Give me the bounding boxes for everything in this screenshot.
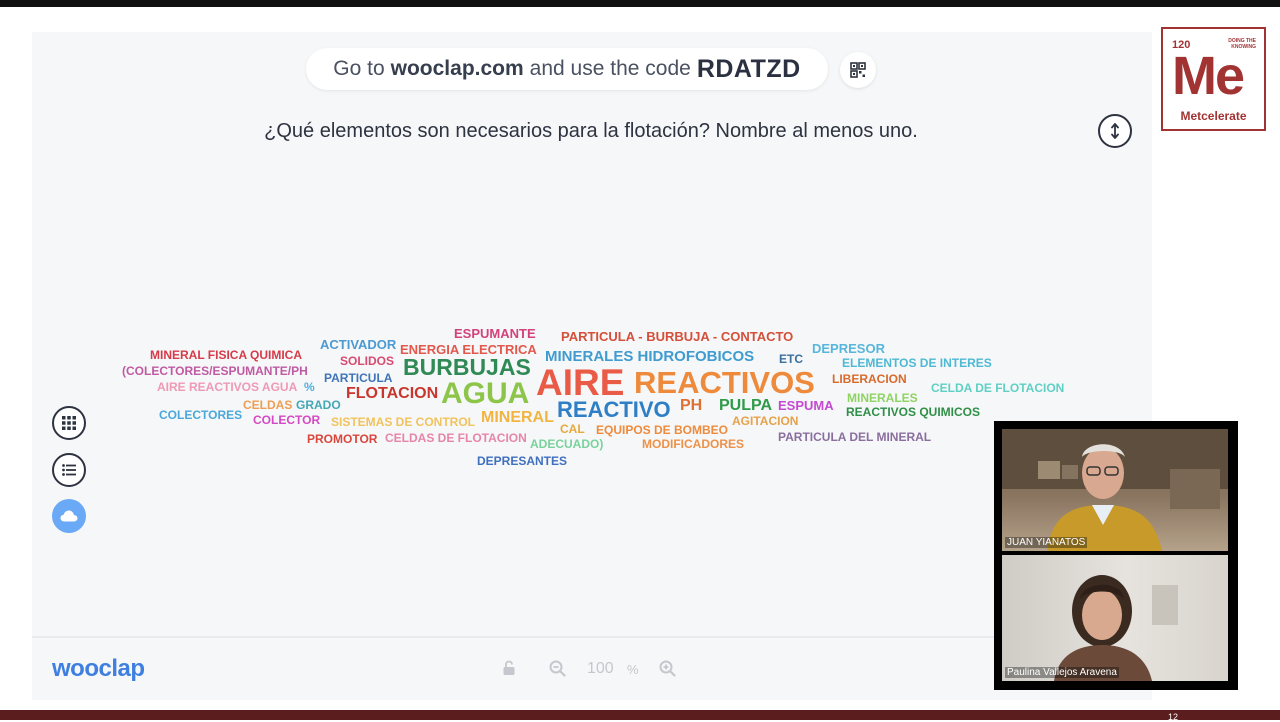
cloud-word: ESPUMA <box>778 398 834 413</box>
list-icon <box>62 464 76 476</box>
cloud-word: EQUIPOS DE BOMBEO <box>596 423 729 437</box>
cloud-word: LIBERACION <box>832 372 907 386</box>
cloud-word: ELEMENTOS DE INTERES <box>842 356 992 370</box>
expand-button[interactable] <box>1098 114 1132 148</box>
zoom-out-icon[interactable] <box>549 660 566 682</box>
vertical-arrows-icon <box>1111 123 1119 139</box>
cloud-word: CELDAS DE FLOTACION <box>385 431 527 445</box>
qr-code-button[interactable] <box>840 52 876 88</box>
cloud-word: REACTIVOS <box>634 365 815 400</box>
cloud-word: SOLIDOS <box>340 354 395 368</box>
zoom-in-icon[interactable] <box>659 660 676 682</box>
join-prefix: Go to <box>333 57 385 80</box>
zoom-value: 100 <box>587 660 614 677</box>
cloud-word: AGITACION <box>732 414 799 428</box>
cloud-word: PULPA <box>719 397 773 414</box>
word-cloud-view-button[interactable] <box>52 499 86 533</box>
video-call-panel: JUAN YIANATOS Paulina Vallejos Aravena <box>994 421 1238 690</box>
cloud-word: MINERAL <box>481 409 554 426</box>
cloud-word: SISTEMAS DE CONTROL <box>331 415 476 429</box>
top-bar <box>0 0 1280 7</box>
join-middle: and use the code <box>529 57 691 80</box>
join-code: RDATZD <box>696 54 801 83</box>
cloud-word: MODIFICADORES <box>642 437 744 451</box>
cloud-word: CELDA DE FLOTACION <box>931 381 1065 395</box>
cloud-word: (COLECTORES/ESPUMANTE/PH <box>122 364 308 378</box>
cloud-word: ACTIVADOR <box>320 337 397 352</box>
brand-name: Metcelerate <box>1180 109 1247 123</box>
participant-name-2: Paulina Vallejos Aravena <box>1005 667 1119 678</box>
cloud-word: PROMOTOR <box>307 432 378 446</box>
metcelerate-logo: 120 DOING THE KNOWING Me Metcelerate <box>1161 27 1266 131</box>
cloud-word: PH <box>680 397 703 414</box>
cloud-word: DEPRESOR <box>812 341 885 356</box>
participant-video <box>1054 575 1178 681</box>
wooclap-logo: wooclap <box>52 655 145 682</box>
join-code-banner: Go to wooclap.com and use the code RDATZ… <box>306 48 828 90</box>
cloud-icon <box>60 510 78 522</box>
video-tile[interactable]: JUAN YIANATOS <box>1002 429 1228 551</box>
cloud-word: PARTICULA DEL MINERAL <box>778 430 932 444</box>
zoom-unit: % <box>627 662 639 677</box>
cloud-word: FLOTACION <box>346 385 439 402</box>
cloud-word: GRADO <box>296 398 341 412</box>
cloud-word: REACTIVOS QUIMICOS <box>846 405 981 419</box>
bottom-bar <box>0 710 1280 720</box>
list-view-button[interactable] <box>52 453 86 487</box>
cloud-word: COLECTOR <box>253 413 321 427</box>
cloud-word: MINERALES <box>847 391 918 405</box>
cloud-word: COLECTORES <box>159 408 243 422</box>
cloud-word: CAL <box>560 422 585 436</box>
cloud-word: DEPRESANTES <box>477 454 568 468</box>
cloud-word: ETC <box>779 352 803 366</box>
cloud-word: ESPUMANTE <box>454 326 536 341</box>
cloud-word: AGUA <box>441 377 530 410</box>
qr-code-icon <box>850 62 866 78</box>
lock-icon[interactable] <box>502 660 516 681</box>
cloud-word: CELDAS <box>243 398 293 412</box>
video-tile[interactable]: Paulina Vallejos Aravena <box>1002 555 1228 681</box>
cloud-word: PARTICULA <box>324 371 393 385</box>
brand-symbol: Me <box>1172 46 1245 106</box>
cloud-word: AIRE REACTIVOS AGUA <box>157 380 298 394</box>
participant-name-1: JUAN YIANATOS <box>1005 537 1088 548</box>
page-number: 12 <box>1168 712 1179 722</box>
cloud-word: % <box>304 380 315 394</box>
participant-video <box>1002 429 1228 551</box>
question-text: ¿Qué elementos son necesarios para la fl… <box>264 120 918 142</box>
cloud-word: REACTIVO <box>557 397 671 422</box>
cloud-word: MINERAL FISICA QUIMICA <box>150 348 302 362</box>
footer-divider <box>32 636 1152 638</box>
grid-icon <box>62 416 76 430</box>
cloud-word: ADECUADO) <box>530 437 604 451</box>
cloud-word: AIRE <box>536 362 625 403</box>
grid-view-button[interactable] <box>52 406 86 440</box>
cloud-word: BURBUJAS <box>403 354 531 380</box>
join-site[interactable]: wooclap.com <box>391 57 524 81</box>
cloud-word: PARTICULA - BURBUJA - CONTACTO <box>561 329 794 344</box>
